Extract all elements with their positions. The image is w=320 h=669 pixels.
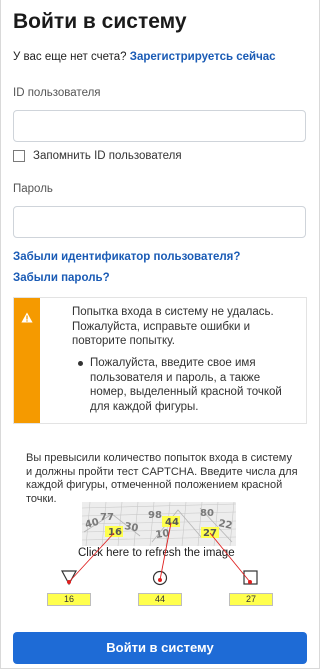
register-link[interactable]: Зарегистрируетсь сейчас [130,51,276,63]
captcha-answer-triangle[interactable]: 16 [47,593,91,606]
alert-bullet: Пожалуйста, введите свое имя пользовател… [76,356,296,414]
captcha-image: 40 77 16 30 98 44 10 80 22 27 [82,502,236,546]
alert-message: Попытка входа в систему не удалась. Пожа… [72,306,274,347]
signup-prompt: У вас еще нет счета? Зарегистрируетсь се… [13,51,276,63]
user-id-label: ID пользователя [13,87,101,99]
captcha-refresh-link[interactable]: Click here to refresh the image [78,547,235,559]
captcha-answer-circle[interactable]: 44 [138,593,182,606]
warning-icon [21,312,33,323]
alert-bullet-text: Пожалуйста, введите свое имя пользовател… [90,357,282,413]
captcha-noise: 40 77 16 30 98 44 10 80 22 27 [82,502,236,546]
captcha-number: 16 [108,527,122,538]
circle-icon [152,570,168,586]
remember-checkbox[interactable] [13,150,25,162]
captcha-number: 27 [203,528,217,539]
triangle-icon [61,570,77,586]
page-title: Войти в систему [13,10,187,33]
forgot-id-link[interactable]: Забыли идентификатор пользователя? [13,251,240,263]
submit-button[interactable]: Войти в систему [13,632,307,664]
captcha-answer-square[interactable]: 27 [229,593,273,606]
captcha-number: 44 [165,517,179,528]
remember-row[interactable]: Запомнить ID пользователя [13,150,182,162]
remember-label: Запомнить ID пользователя [33,150,182,162]
square-icon [243,570,258,585]
alert-bullet-list: Пожалуйста, введите свое имя пользовател… [76,356,296,414]
password-label: Пароль [13,183,53,195]
forgot-password-link[interactable]: Забыли пароль? [13,272,110,284]
captcha-number: 80 [200,508,214,519]
captcha-number: 10 [155,528,170,541]
captcha-number: 98 [148,510,162,521]
error-alert: Попытка входа в систему не удалась. Пожа… [13,297,307,424]
bullet-dot [78,361,83,366]
captcha-number: 77 [100,512,114,523]
password-input[interactable] [13,206,306,238]
user-id-input[interactable] [13,110,306,142]
captcha-instructions: Вы превысили количество попыток входа в … [26,452,298,505]
no-account-text: У вас еще нет счета? [13,51,127,63]
